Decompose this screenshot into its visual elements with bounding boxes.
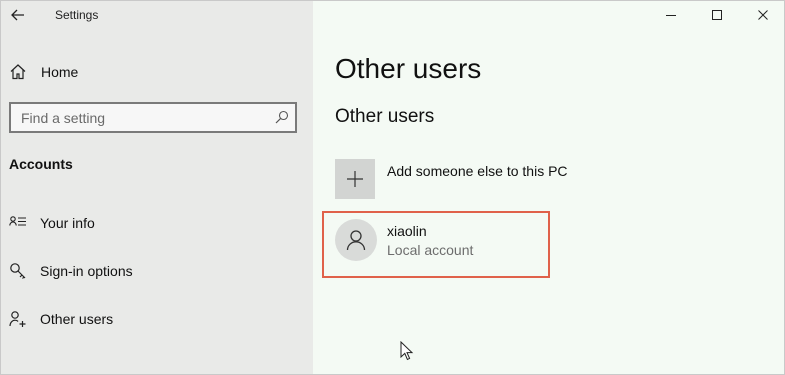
sidebar-item-sign-in-options[interactable]: Sign-in options	[1, 254, 313, 288]
maximize-button[interactable]	[694, 1, 740, 29]
avatar	[335, 219, 377, 261]
sidebar-item-your-info[interactable]: Your info	[1, 206, 313, 240]
add-tile	[335, 159, 375, 199]
window-controls	[648, 1, 784, 29]
app-title: Settings	[55, 8, 99, 22]
back-button[interactable]	[5, 3, 31, 27]
person-icon	[346, 230, 366, 251]
add-user-label: Add someone else to this PC	[387, 163, 568, 179]
user-name: xiaolin	[387, 223, 427, 239]
back-arrow-icon	[11, 9, 24, 21]
plus-icon	[347, 171, 363, 187]
minimize-button[interactable]	[648, 1, 694, 29]
user-account-type: Local account	[387, 242, 474, 258]
your-info-icon	[9, 216, 26, 226]
main-content: Other users Other users Add someone else…	[313, 1, 784, 374]
sidebar-item-label: Other users	[40, 311, 114, 327]
nav-home[interactable]: Home	[1, 57, 313, 87]
page-title: Other users	[335, 53, 482, 84]
add-person-icon	[9, 311, 26, 327]
add-user-button[interactable]: Add someone else to this PC	[335, 159, 595, 201]
sidebar: Settings Home Accounts Your info	[1, 1, 313, 374]
search-input[interactable]	[11, 104, 267, 131]
user-account-item[interactable]: xiaolin Local account	[335, 219, 545, 263]
home-icon	[10, 64, 26, 80]
maximize-icon	[712, 10, 722, 20]
sidebar-item-other-users[interactable]: Other users	[1, 302, 313, 336]
section-heading-accounts: Accounts	[9, 156, 73, 172]
section-title: Other users	[335, 106, 435, 127]
key-icon	[10, 263, 26, 279]
sidebar-item-label: Your info	[40, 215, 95, 231]
close-button[interactable]	[740, 1, 784, 29]
nav-home-label: Home	[41, 64, 79, 80]
close-icon	[758, 10, 768, 20]
minimize-icon	[666, 15, 676, 16]
mouse-cursor-icon	[400, 341, 414, 361]
settings-window: Settings Home Accounts Your info	[0, 0, 785, 375]
sidebar-item-label: Sign-in options	[40, 263, 133, 279]
search-box[interactable]	[9, 102, 297, 133]
search-icon[interactable]	[275, 110, 289, 124]
